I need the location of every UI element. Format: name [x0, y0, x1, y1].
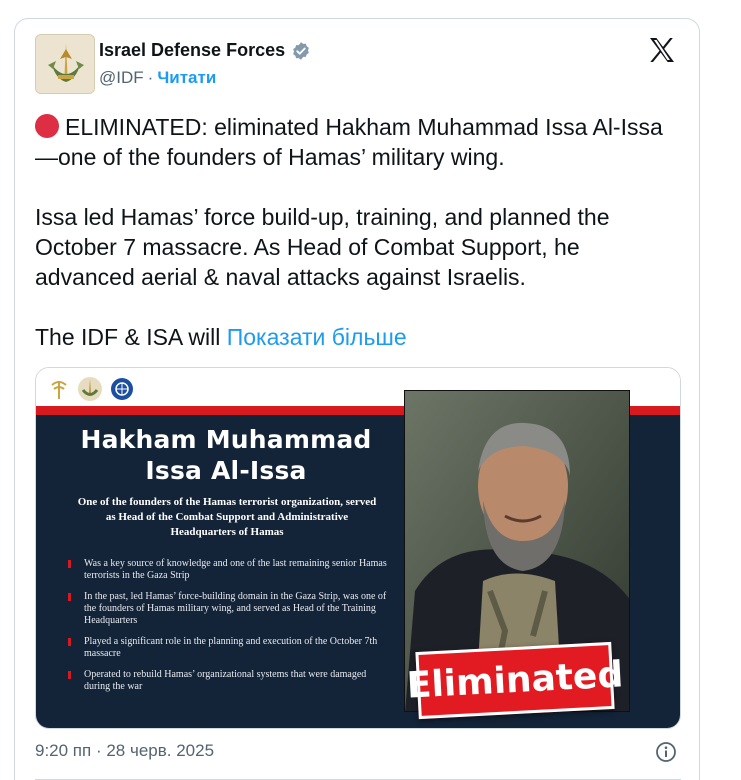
meta-separator: · — [147, 68, 154, 87]
infographic-bullet: In the past, led Hamas’ force-building d… — [68, 591, 388, 627]
idf-spokesperson-logo-icon — [111, 378, 133, 400]
post-paragraph-3-text: The IDF & ISA will — [35, 324, 227, 350]
author-handle[interactable]: @IDF — [99, 68, 144, 88]
idf-emblem-icon — [36, 35, 94, 93]
post-timestamp[interactable]: 9:20 пп · 28 черв. 2025 — [35, 741, 214, 761]
follow-link[interactable]: Читати — [157, 68, 216, 88]
infographic-subtitle: One of the founders of the Hamas terrori… — [77, 496, 377, 538]
red-circle-icon — [35, 114, 59, 138]
infographic-bullet: Was a key source of knowledge and one of… — [68, 558, 388, 582]
idf-logo-icon — [78, 377, 102, 401]
infographic-bullet: Operated to rebuild Hamas’ organizationa… — [68, 669, 388, 693]
x-logo-icon[interactable] — [647, 35, 677, 65]
infographic-bullets: Was a key source of knowledge and one of… — [68, 558, 388, 702]
infographic-title: Hakham Muhammad Issa Al-Issa — [56, 424, 396, 486]
infographic-bullet: Played a significant role in the plannin… — [68, 636, 388, 660]
author-name[interactable]: Israel Defense Forces — [99, 40, 285, 61]
isa-logo-icon — [51, 381, 67, 399]
post-paragraph-1-text: ELIMINATED: eliminated Hakham Muhammad I… — [35, 114, 663, 170]
avatar[interactable] — [35, 34, 95, 94]
infographic-title-line-2: Issa Al-Issa — [145, 456, 307, 485]
post-image[interactable]: Hakham Muhammad Issa Al-Issa One of the … — [35, 367, 681, 729]
image-logos — [48, 375, 134, 403]
show-more-link[interactable]: Показати більше — [227, 324, 407, 350]
post-paragraph-1: ELIMINATED: eliminated Hakham Muhammad I… — [35, 112, 685, 172]
info-icon[interactable] — [655, 741, 677, 763]
infographic-title-line-1: Hakham Muhammad — [80, 425, 372, 454]
verified-badge-icon — [293, 41, 309, 60]
tweet-card[interactable]: Israel Defense Forces @IDF · Читати ELIM… — [14, 18, 700, 780]
eliminated-stamp: Eliminated — [406, 641, 624, 720]
post-text: ELIMINATED: eliminated Hakham Muhammad I… — [35, 112, 685, 382]
post-paragraph-2: Issa led Hamas’ force build-up, training… — [35, 204, 610, 290]
post-paragraph-3: The IDF & ISA will Показати більше — [35, 322, 685, 352]
